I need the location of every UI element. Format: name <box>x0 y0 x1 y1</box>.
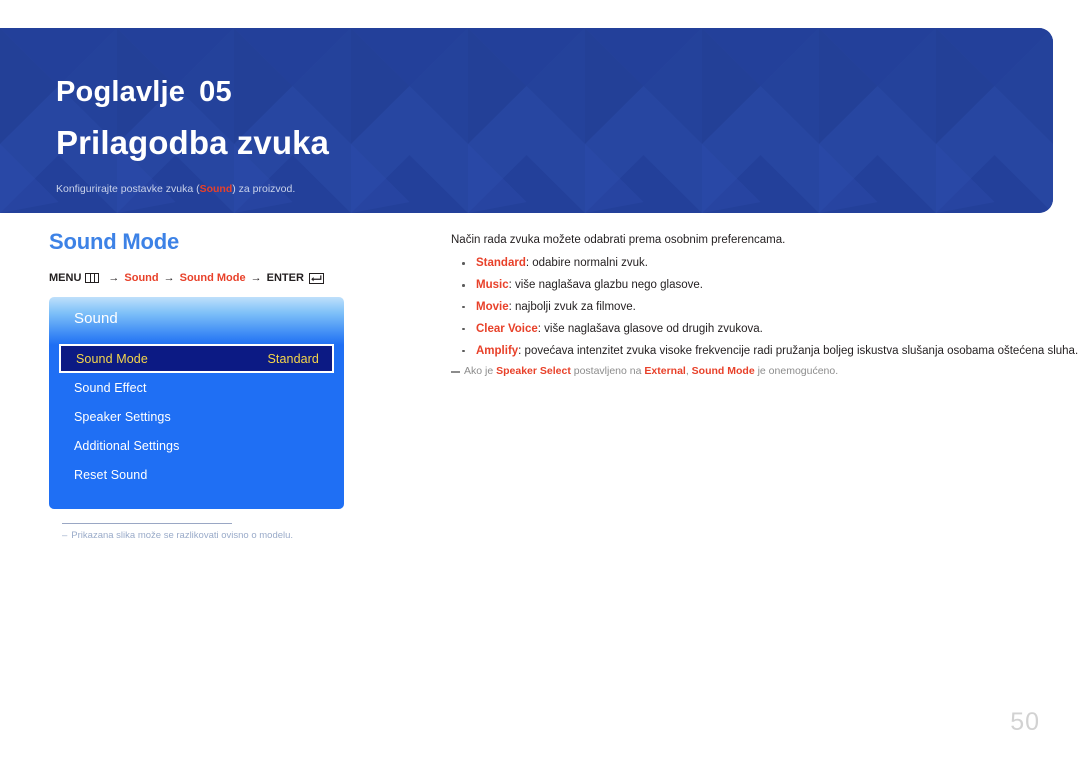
osd-item-sound-mode[interactable]: Sound Mode Standard <box>59 344 334 373</box>
right-column: Način rada zvuka možete odabrati prema o… <box>451 232 1078 380</box>
enter-arrow-icon <box>308 272 324 284</box>
banner-subtitle: Konfigurirajte postavke zvuka (Sound) za… <box>56 183 295 195</box>
footnote-term-speaker-select: Speaker Select <box>496 365 571 378</box>
list-item: Amplify: povećava intenzitet zvuka visok… <box>451 343 1078 361</box>
option-term: Clear Voice <box>476 322 538 335</box>
footnote-term-external: External <box>644 365 686 378</box>
enter-key-label: ENTER <box>266 272 304 284</box>
chapter-label: Poglavlje <box>56 76 186 108</box>
footnote-text-4: je onemogućeno. <box>754 365 839 378</box>
list-item: Clear Voice: više naglašava glasove od d… <box>451 321 1031 339</box>
footnote-term-sound-mode: Sound Mode <box>691 365 755 378</box>
left-column: Sound Mode MENU → Sound → Sound Mode → E… <box>49 231 409 541</box>
note-text: Prikazana slika može se razlikovati ovis… <box>71 530 294 541</box>
osd-item-additional-settings[interactable]: Additional Settings <box>49 431 344 460</box>
path-arrow-3: → <box>250 272 262 284</box>
section-title: Sound Mode <box>49 229 179 254</box>
footnote-text-2: postavljeno na <box>570 365 645 378</box>
note-divider <box>62 523 232 524</box>
chapter-number: 05 <box>199 76 232 108</box>
chapter-heading: Poglavlje 05 <box>56 76 232 109</box>
option-description: : odabire normalni zvuk. <box>525 257 648 270</box>
sound-mode-options-list: Standard: odabire normalni zvuk. Music: … <box>451 255 1078 361</box>
menu-key-label: MENU <box>49 272 82 284</box>
subtitle-text-before: Konfigurirajte postavke zvuka ( <box>56 183 200 195</box>
menu-bars-icon <box>85 273 100 283</box>
osd-menu-list: Sound Mode Standard Sound Effect Speaker… <box>49 344 344 489</box>
osd-item-label: Sound Mode <box>76 351 148 366</box>
osd-item-value: Standard <box>267 351 319 366</box>
speaker-select-footnote: Ako je Speaker Select postavljeno na Ext… <box>451 364 1031 380</box>
page-number: 50 <box>1010 708 1040 736</box>
path-arrow-2: → <box>163 272 175 284</box>
option-term: Music <box>476 279 509 292</box>
osd-item-label: Sound Effect <box>74 380 147 395</box>
osd-item-reset-sound[interactable]: Reset Sound <box>49 460 344 489</box>
osd-item-sound-effect[interactable]: Sound Effect <box>49 373 344 402</box>
menu-path-breadcrumb: MENU → Sound → Sound Mode → ENTER <box>49 272 409 284</box>
osd-menu-title: Sound <box>74 310 118 327</box>
path-arrow-1: → <box>108 272 120 284</box>
note-dash: – <box>62 530 68 541</box>
osd-item-label: Additional Settings <box>74 438 180 453</box>
option-description: : povećava intenzitet zvuka visoke frekv… <box>518 344 1079 357</box>
menu-path-step-sound-mode[interactable]: Sound Mode <box>180 272 246 284</box>
option-description: : najbolji zvuk za filmove. <box>508 300 636 313</box>
osd-item-label: Speaker Settings <box>74 409 171 424</box>
option-description: : više naglašava glasove od drugih zvuko… <box>537 322 763 335</box>
option-description: : više naglašava glazbu nego glasove. <box>508 279 703 292</box>
osd-sound-menu: Sound Sound Mode Standard Sound Effect S… <box>49 297 344 509</box>
option-term: Standard <box>476 257 526 270</box>
subtitle-highlight: Sound <box>199 183 233 195</box>
list-item: Standard: odabire normalni zvuk. <box>451 255 1031 273</box>
option-term: Amplify <box>476 344 519 357</box>
intro-paragraph: Način rada zvuka možete odabrati prema o… <box>451 234 786 246</box>
list-item: Movie: najbolji zvuk za filmove. <box>451 299 1031 317</box>
page-title: Prilagodba zvuka <box>56 124 330 161</box>
list-item: Music: više naglašava glazbu nego glasov… <box>451 277 1031 295</box>
chapter-banner: Poglavlje 05 Prilagodba zvuka Konfigurira… <box>0 28 1053 213</box>
option-term: Movie <box>476 300 509 313</box>
subtitle-text-after: ) za proizvod. <box>232 183 296 195</box>
model-variation-note: – Prikazana slika može se razlikovati ovi… <box>62 530 409 541</box>
footnote-text-1: Ako je <box>464 365 497 378</box>
osd-item-label: Reset Sound <box>74 467 148 482</box>
menu-path-step-sound[interactable]: Sound <box>124 272 158 284</box>
osd-item-speaker-settings[interactable]: Speaker Settings <box>49 402 344 431</box>
